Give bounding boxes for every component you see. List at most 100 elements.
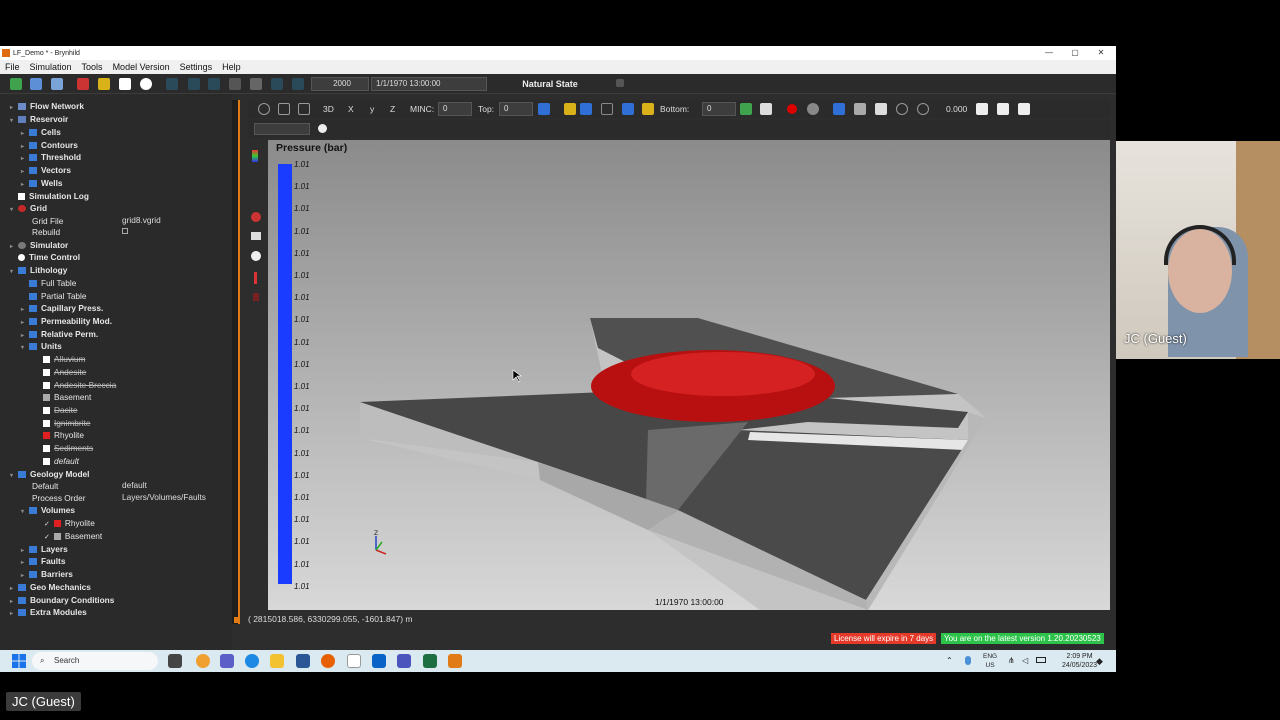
tree-relative-perm[interactable]: ▸ Relative Perm. (21, 328, 98, 340)
tree-barriers[interactable]: ▸ Barriers (21, 568, 73, 580)
process-order-value[interactable]: Layers/Volumes/Faults (122, 492, 206, 502)
clock-icon[interactable] (251, 212, 261, 222)
tree-simulation-log[interactable]: Simulation Log (10, 190, 89, 202)
tree-geo-mechanics[interactable]: ▸ Geo Mechanics (10, 581, 91, 593)
file-explorer-icon[interactable] (270, 654, 284, 668)
tree-flow-network[interactable]: ▸ Flow Network (10, 100, 84, 112)
outlook-icon[interactable] (372, 654, 386, 668)
unit-andesite[interactable]: Andesite (43, 366, 86, 378)
tree-simulator[interactable]: ▸ Simulator (10, 239, 68, 251)
brynhild-taskbar-icon[interactable] (448, 654, 462, 668)
tree-reservoir[interactable]: ▾ Reservoir (10, 113, 68, 125)
minc-spinbox[interactable]: 0 (438, 102, 472, 116)
language-indicator[interactable]: ENG US (983, 652, 997, 670)
maximize-button[interactable]: ▢ (1062, 46, 1088, 60)
firefox-icon[interactable] (321, 654, 335, 668)
bottom-spinbox[interactable]: 0 (702, 102, 736, 116)
fast-forward-icon[interactable] (292, 78, 304, 90)
fit-view-icon[interactable] (278, 103, 290, 115)
plane-b-icon[interactable] (875, 103, 887, 115)
top-spinbox[interactable]: 0 (499, 102, 533, 116)
battery-icon[interactable] (1036, 657, 1046, 663)
menu-tools[interactable]: Tools (77, 62, 108, 72)
tree-volumes[interactable]: ▾ Volumes (21, 504, 75, 516)
wifi-icon[interactable]: ⋔ (1008, 656, 1015, 665)
rotate-view-icon[interactable] (258, 103, 270, 115)
unit-alluvium[interactable]: Alluvium (43, 353, 85, 365)
colormap-icon[interactable] (252, 150, 258, 162)
step-back-icon[interactable] (188, 78, 200, 90)
grid-tool-icon[interactable] (77, 78, 89, 90)
tree-units[interactable]: ▾ Units (21, 340, 62, 352)
edge-icon[interactable] (245, 654, 259, 668)
tray-overflow-icon[interactable]: ⌃ (946, 656, 953, 665)
tree-permeability[interactable]: ▸ Permeability Mod. (21, 315, 112, 327)
select-box-icon[interactable] (298, 103, 310, 115)
tree-vectors[interactable]: ▸ Vectors (21, 164, 71, 176)
axis-y-icon[interactable] (997, 103, 1009, 115)
compass-icon[interactable] (251, 251, 261, 261)
record-icon[interactable] (787, 104, 797, 114)
tree-grid[interactable]: ▾ Grid (10, 202, 47, 214)
panel-icon[interactable] (251, 232, 261, 240)
target-icon[interactable] (807, 103, 819, 115)
layer-base-icon[interactable] (642, 103, 654, 115)
notification-icon[interactable]: ◆ (1096, 656, 1103, 667)
tree-extra-modules[interactable]: ▸ Extra Modules (10, 606, 87, 618)
filter-input[interactable] (254, 123, 310, 135)
unit-dacite[interactable]: Dacite (43, 404, 78, 416)
unit-andesite-breccia[interactable]: Andesite Breccia (43, 379, 116, 391)
save-icon[interactable] (51, 78, 63, 90)
bookmark-app-icon[interactable] (347, 654, 361, 668)
step-spinbox[interactable]: 2000 (311, 77, 369, 91)
taskbar-clock[interactable]: 2:09 PM 24/05/2023 (1062, 652, 1097, 670)
chat-icon[interactable] (220, 654, 234, 668)
view-3d-button[interactable]: 3D (323, 104, 334, 114)
menu-file[interactable]: File (0, 62, 25, 72)
taskbar-search[interactable]: ⌕ Search (32, 652, 158, 670)
view-x-button[interactable]: X (348, 104, 354, 114)
tree-lithology[interactable]: ▾ Lithology (10, 264, 67, 276)
tree-time-control[interactable]: Time Control (10, 251, 80, 263)
stop-icon[interactable] (250, 78, 262, 90)
grid-file-value[interactable]: grid8.vgrid (122, 215, 161, 225)
store-icon[interactable] (296, 654, 310, 668)
menu-simulation[interactable]: Simulation (25, 62, 77, 72)
tree-contours[interactable]: ▸ Contours (21, 139, 78, 151)
view-y-button[interactable]: y (370, 104, 374, 114)
tree-layers[interactable]: ▸ Layers (21, 543, 68, 555)
tree-threshold[interactable]: ▸ Threshold (21, 151, 81, 163)
tree-partial-table[interactable]: Partial Table (21, 290, 87, 302)
reset-icon[interactable] (917, 103, 929, 115)
tree-boundary-conditions[interactable]: ▸ Boundary Conditions (10, 594, 114, 606)
tree-full-table[interactable]: Full Table (21, 277, 76, 289)
new-icon[interactable] (10, 78, 22, 90)
axis-x-icon[interactable] (976, 103, 988, 115)
volume-icon[interactable]: ◁ (1022, 656, 1028, 665)
model-tool-icon[interactable] (98, 78, 110, 90)
windows-start-icon[interactable] (12, 654, 26, 668)
layer-mid-icon[interactable] (580, 103, 592, 115)
menu-model-version[interactable]: Model Version (108, 62, 175, 72)
rebuild-checkbox[interactable] (122, 228, 128, 234)
microphone-icon[interactable] (965, 656, 971, 665)
widgets-icon[interactable] (196, 654, 210, 668)
volume-rhyolite[interactable]: ✓ Rhyolite (44, 517, 95, 529)
close-button[interactable]: ✕ (1088, 46, 1114, 60)
state-toggle-icon[interactable] (616, 79, 624, 87)
axis-z-icon[interactable] (1018, 103, 1030, 115)
open-icon[interactable] (30, 78, 42, 90)
volume-basement[interactable]: ✓ Basement (44, 530, 102, 542)
layer-grid-icon[interactable] (601, 103, 613, 115)
menu-settings[interactable]: Settings (175, 62, 218, 72)
unit-default[interactable]: default (43, 455, 79, 467)
play-icon[interactable] (208, 78, 220, 90)
panel-splitter[interactable] (232, 100, 240, 624)
task-view-icon[interactable] (168, 654, 182, 668)
3d-viewport[interactable]: Pressure (bar) 1.01 1.01 1.01 1.01 1.01 1.01 1… (268, 140, 1110, 610)
tree-wells[interactable]: ▸ Wells (21, 177, 63, 189)
probe-icon[interactable] (253, 293, 259, 301)
marker-icon[interactable] (254, 272, 257, 284)
layer-top-icon[interactable] (538, 103, 550, 115)
pause-icon[interactable] (229, 78, 241, 90)
